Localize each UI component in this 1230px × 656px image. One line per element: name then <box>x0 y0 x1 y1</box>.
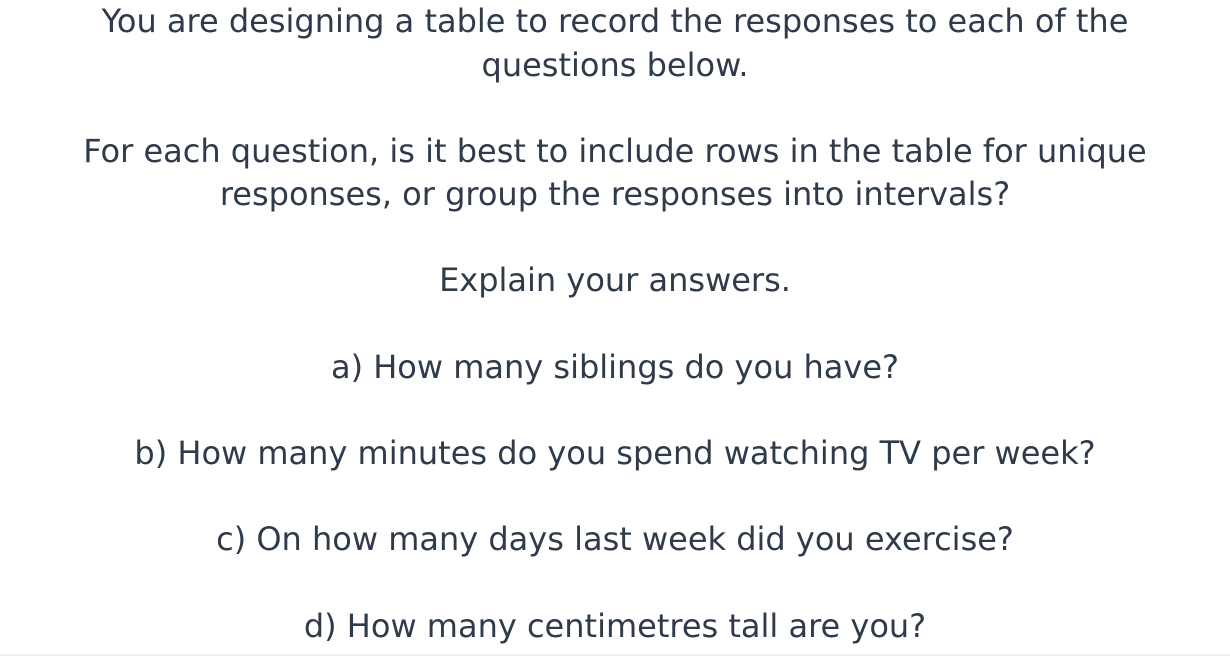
question-page: You are designing a table to record the … <box>0 0 1230 654</box>
instruction-line-1: For each question, is it best to include… <box>83 132 1147 170</box>
question-b: b) How many minutes do you spend watchin… <box>134 434 1096 472</box>
intro-line-2: questions below. <box>481 46 749 84</box>
question-a: a) How many siblings do you have? <box>330 348 900 386</box>
explain-text: Explain your answers. <box>439 261 791 299</box>
question-c: c) On how many days last week did you ex… <box>216 520 1014 558</box>
intro-line-1: You are designing a table to record the … <box>101 2 1129 40</box>
question-d: d) How many centimetres tall are you? <box>303 607 927 645</box>
instruction-line-2: responses, or group the responses into i… <box>219 175 1011 213</box>
